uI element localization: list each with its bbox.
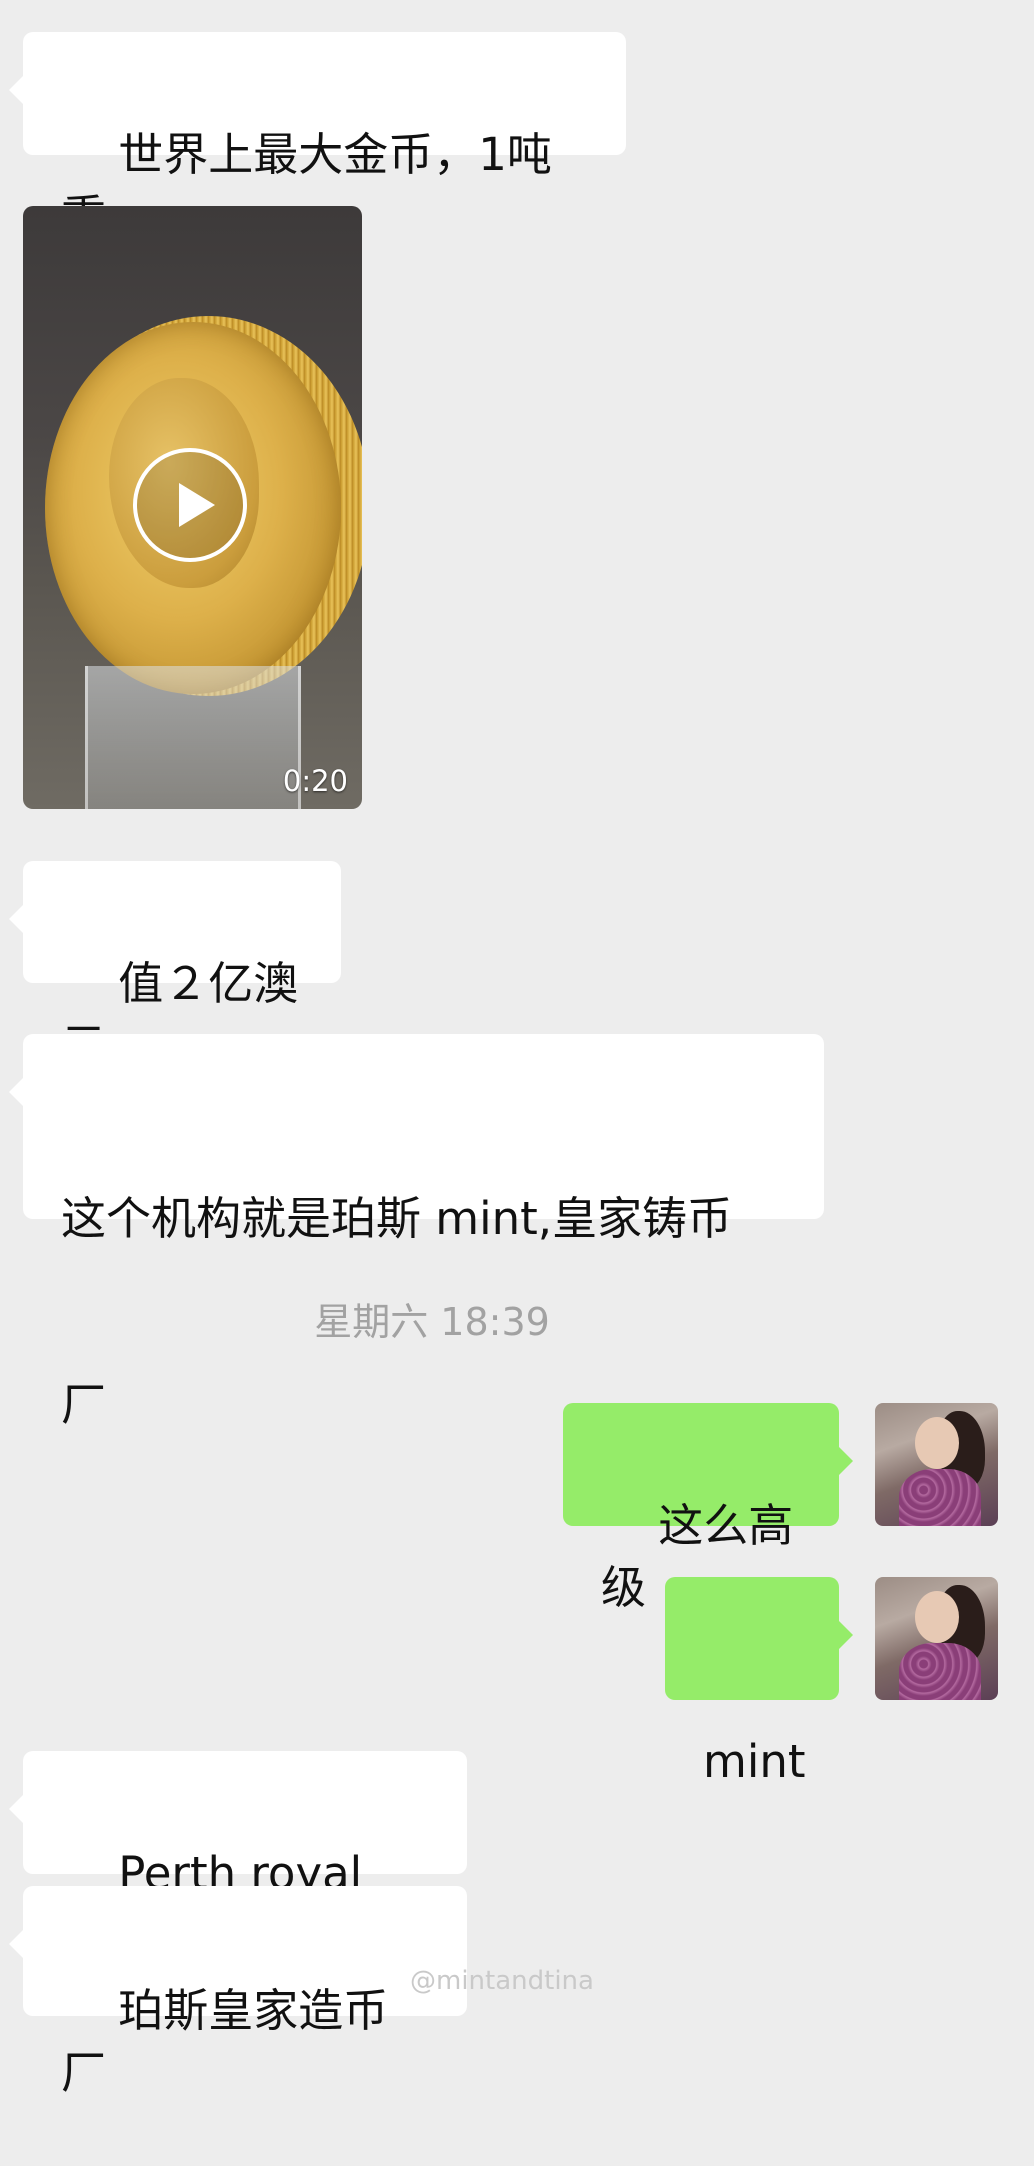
avatar-dress [899,1643,981,1700]
message-text: mint [703,1735,806,1788]
video-message[interactable]: 0:20 [23,206,362,809]
user-avatar[interactable] [875,1577,998,1700]
message-text-line: 这个机构就是珀斯 mint,皇家铸币 [61,1192,733,1245]
user-avatar[interactable] [875,1403,998,1526]
message-bubble-incoming[interactable]: 值２亿澳元 [9,861,341,1072]
watermark-text: @mintandtina [410,1966,594,1996]
message-text: 珀斯皇家造币厂 [61,1984,389,2099]
avatar-head [915,1417,959,1469]
message-bubble-incoming[interactable]: Perth royal mint [9,1751,467,1962]
acrylic-stand [85,666,301,809]
message-bubble-incoming[interactable]: 世界上最大金币，1吨重 [9,32,626,243]
message-bubble-outgoing[interactable]: 这么高级 [563,1403,853,1614]
message-bubble-incoming[interactable]: 这个机构就是珀斯 mint,皇家铸币 厂 [9,1034,824,1431]
avatar-dress [899,1469,981,1526]
message-bubble-incoming[interactable]: 珀斯皇家造币厂 [9,1886,467,2099]
video-duration: 0:20 [282,764,348,798]
message-bubble-outgoing[interactable]: mint [665,1577,853,1788]
avatar-head [915,1591,959,1643]
play-icon[interactable] [133,448,247,562]
timestamp-divider: 星期六 18:39 [314,1300,550,1344]
chat-thread: 世界上最大金币，1吨重 0:20 值２亿澳元 这个机构就是珀斯 mint,皇家铸… [0,0,1034,2099]
